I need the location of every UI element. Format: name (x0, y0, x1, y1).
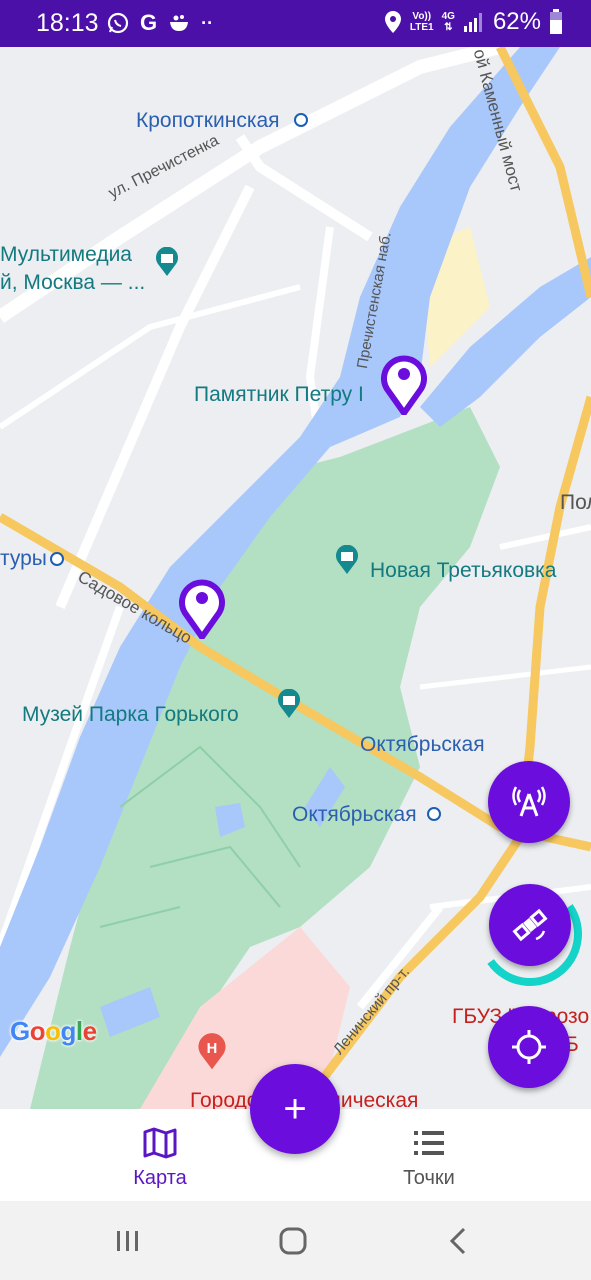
museum-icon (156, 247, 178, 276)
label-multimedia-2: й, Москва — ... (0, 271, 146, 294)
plus-icon: + (283, 1087, 307, 1131)
hospital-icon: H (198, 1033, 226, 1070)
signal-icon (463, 13, 482, 32)
map-marker-river[interactable] (175, 573, 229, 639)
satellite-button[interactable] (489, 884, 571, 966)
crosshair-icon (512, 1030, 546, 1064)
whatsapp-icon (107, 12, 129, 34)
status-right-icons: Vo)) LTE1 4G ⇅ 62% (384, 8, 563, 36)
nav-tab-map-label: Карта (133, 1167, 187, 1189)
svg-text:H: H (207, 1041, 218, 1057)
list-icon (414, 1131, 444, 1155)
antenna-button[interactable] (488, 761, 570, 843)
label-multimedia: Мультимедиа (0, 243, 132, 266)
status-time: 18:13 (36, 9, 99, 37)
add-point-button[interactable]: + (250, 1064, 340, 1154)
home-button[interactable] (273, 1223, 313, 1259)
location-icon (384, 11, 401, 33)
app-icon (170, 15, 189, 31)
satellite-icon (512, 908, 548, 942)
status-bar: 18:13 G ·· Vo)) LTE1 4G ⇅ 62% (0, 0, 591, 47)
battery-percent: 62% (492, 8, 541, 35)
battery-icon (550, 9, 562, 34)
label-tury: туры (0, 547, 47, 570)
nav-tab-map[interactable]: Карта (80, 1109, 240, 1201)
nav-tab-points-label: Точки (403, 1167, 455, 1189)
metro-icon (294, 113, 308, 127)
map-icon (143, 1127, 177, 1159)
google-logo: Google (10, 1016, 97, 1046)
museum-icon-gorky (278, 689, 300, 718)
label-gorky-museum: Музей Парка Горького (22, 703, 239, 726)
nav-tab-points[interactable]: Точки (349, 1109, 509, 1201)
label-petr-monument: Памятник Петру I (194, 383, 364, 406)
label-pol: Пол (560, 491, 591, 514)
network-volte: Vo)) LTE1 (409, 11, 434, 33)
metro-icon-oktyabrskaya (427, 807, 441, 821)
metro-icon-tury (50, 552, 64, 566)
museum-icon-tretyakov (336, 545, 358, 574)
label-kropotkinskaya: Кропоткинская (136, 109, 280, 132)
back-button[interactable] (438, 1223, 478, 1259)
recent-apps-button[interactable] (108, 1223, 148, 1259)
system-navigation-bar (0, 1201, 591, 1280)
label-oktyabrskaya-2: Октябрьская (292, 803, 417, 826)
label-oktyabrskaya-1: Октябрьская (360, 733, 485, 756)
label-new-tretyakov: Новая Третьяковка (370, 559, 557, 582)
map-marker-petr[interactable] (377, 349, 431, 415)
antenna-icon (512, 786, 546, 817)
google-icon: G (140, 10, 158, 35)
locate-button[interactable] (488, 1006, 570, 1088)
network-type: 4G ⇅ (441, 11, 455, 33)
more-dots-icon: ·· (201, 13, 214, 33)
status-left-icons: G ·· (106, 10, 213, 36)
